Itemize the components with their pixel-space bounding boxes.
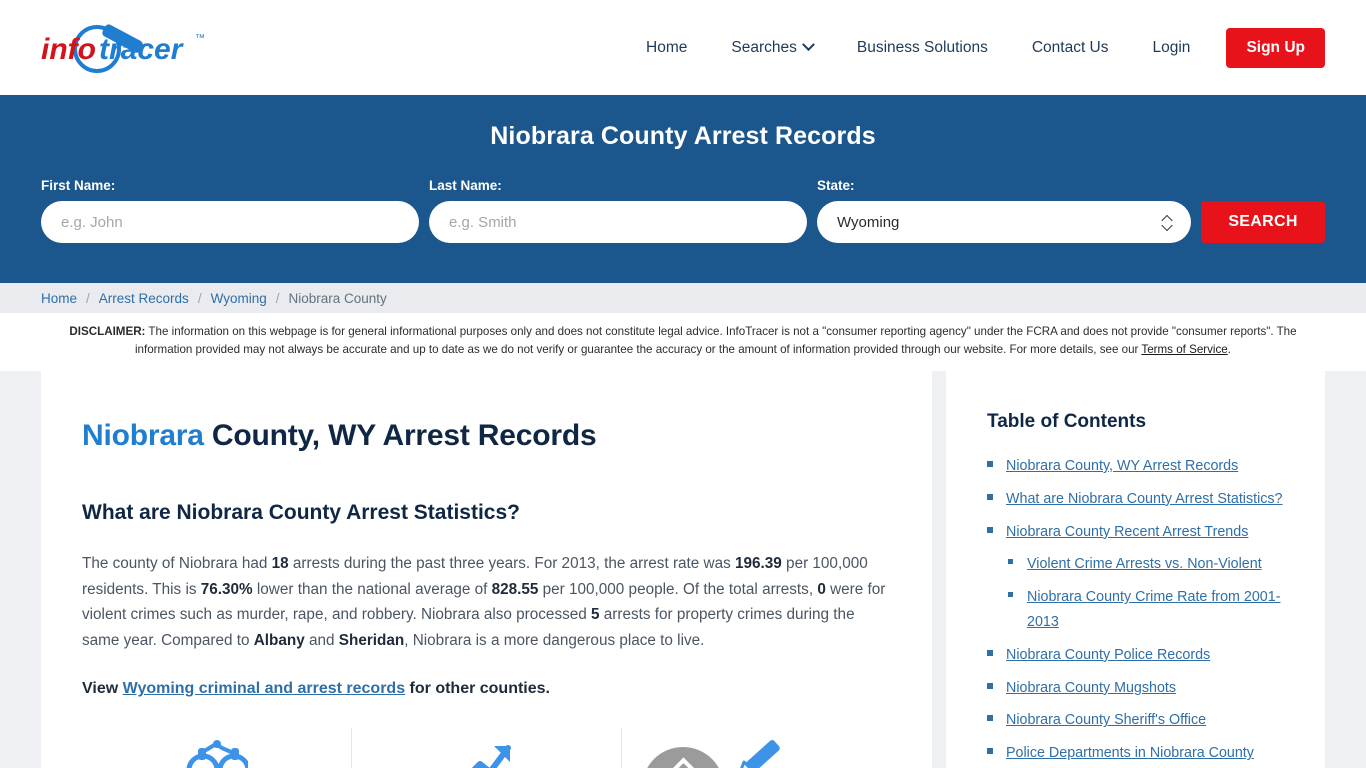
stat-text-1: The county of Niobrara had	[82, 555, 272, 572]
hero-search-section: Niobrara County Arrest Records First Nam…	[0, 95, 1366, 283]
terms-of-service-link[interactable]: Terms of Service	[1141, 343, 1227, 356]
toc-item: Niobrara County Recent Arrest Trends	[987, 520, 1297, 545]
wyoming-records-link[interactable]: Wyoming criminal and arrest records	[123, 680, 405, 697]
magnifier-logo-icon: info tracer ™	[41, 23, 205, 73]
main-content-card: Niobrara County, WY Arrest Records What …	[41, 371, 932, 768]
table-of-contents-card: Table of Contents Niobrara County, WY Ar…	[946, 371, 1325, 768]
toc-item: Niobrara County, WY Arrest Records	[987, 454, 1297, 479]
nav-searches[interactable]: Searches	[709, 29, 834, 67]
stat-violent-count: 0	[817, 580, 826, 598]
stat-property-count: 5	[591, 606, 600, 624]
page-heading: Niobrara County Arrest Records	[490, 122, 876, 150]
nav-login[interactable]: Login	[1131, 29, 1213, 67]
breadcrumb: Home / Arrest Records / Wyoming / Niobra…	[0, 283, 1366, 313]
toc-item: Niobrara County Police Records	[987, 643, 1297, 668]
stat-text-9: , Niobrara is a more dangerous place to …	[404, 632, 705, 650]
disclaimer-period: .	[1227, 342, 1231, 356]
state-field-group: State: Wyoming	[817, 178, 1191, 243]
stat-national-average: 828.55	[491, 580, 539, 598]
statistics-paragraph: The county of Niobrara had 18 arrests du…	[82, 551, 891, 654]
breadcrumb-separator: /	[86, 290, 90, 306]
view-prefix: View	[82, 679, 123, 697]
breadcrumb-separator: /	[275, 290, 280, 306]
toc-link-violent-vs-nonviolent[interactable]: Violent Crime Arrests vs. Non-Violent	[1027, 556, 1262, 572]
toc-list: Niobrara County, WY Arrest Records What …	[987, 454, 1297, 768]
stat-arrests-count: 18	[271, 555, 289, 572]
breadcrumb-item-home[interactable]: Home	[41, 291, 77, 306]
toc-link-crime-rate-2001-2013[interactable]: Niobrara County Crime Rate from 2001-201…	[1027, 589, 1280, 630]
svg-text:tracer: tracer	[99, 33, 185, 66]
stat-text-2: arrests during the past three years. For…	[288, 555, 736, 572]
search-button[interactable]: SEARCH	[1201, 201, 1325, 243]
toc-link-police-departments[interactable]: Police Departments in Niobrara County	[1006, 745, 1254, 761]
toc-link-arrest-records[interactable]: Niobrara County, WY Arrest Records	[1006, 458, 1238, 474]
nav-login-label: Login	[1152, 38, 1191, 56]
svg-text:info: info	[41, 33, 96, 66]
stat-text-4: lower than the national average of	[252, 580, 492, 598]
toc-link-arrest-statistics[interactable]: What are Niobrara County Arrest Statisti…	[1006, 491, 1283, 507]
last-name-input[interactable]	[429, 201, 807, 243]
stat-compare-county-b: Sheridan	[338, 632, 405, 650]
feature-cell-trends[interactable]	[352, 727, 622, 768]
handcuffs-icon	[186, 739, 248, 768]
toc-link-recent-arrest-trends[interactable]: Niobrara County Recent Arrest Trends	[1006, 524, 1248, 540]
nav-business-solutions[interactable]: Business Solutions	[835, 29, 1010, 67]
chevron-up-icon	[670, 757, 696, 768]
breadcrumb-separator: /	[197, 290, 202, 306]
toc-item: What are Niobrara County Arrest Statisti…	[987, 487, 1297, 512]
toc-link-mugshots[interactable]: Niobrara County Mugshots	[1006, 680, 1176, 696]
feature-icon-row	[82, 727, 891, 768]
toc-item: Police Departments in Niobrara County	[987, 741, 1297, 766]
page-title-rest: County, WY Arrest Records	[203, 419, 597, 452]
toc-link-sheriffs-office[interactable]: Niobrara County Sheriff's Office	[1006, 712, 1206, 728]
site-header: info tracer ™ Home Searches Business Sol…	[0, 0, 1366, 95]
last-name-field-group: Last Name:	[429, 178, 807, 243]
first-name-label: First Name:	[41, 178, 116, 193]
toc-title: Table of Contents	[987, 411, 1147, 432]
state-label: State:	[817, 178, 855, 193]
sign-up-button[interactable]: Sign Up	[1226, 27, 1325, 68]
disclaimer-banner: DISCLAIMER: The information on this webp…	[0, 313, 1366, 371]
svg-text:™: ™	[195, 33, 205, 44]
chevron-down-icon	[801, 38, 815, 52]
state-select[interactable]: Wyoming	[817, 201, 1191, 243]
toc-link-police-records[interactable]: Niobrara County Police Records	[1006, 647, 1210, 663]
section-subtitle: What are Niobrara County Arrest Statisti…	[82, 501, 520, 524]
breadcrumb-item-arrest-records[interactable]: Arrest Records	[99, 291, 189, 306]
breadcrumb-item-wyoming[interactable]: Wyoming	[211, 291, 267, 306]
first-name-input[interactable]	[41, 201, 419, 243]
pen-icon	[739, 739, 780, 768]
search-form: First Name: Last Name: State: Wyoming SE…	[41, 178, 1325, 243]
toc-item: Niobrara County Mugshots	[987, 676, 1297, 701]
nav-home[interactable]: Home	[624, 29, 709, 67]
nav-business-solutions-label: Business Solutions	[856, 38, 988, 56]
view-suffix: for other counties.	[405, 679, 550, 697]
toc-item: Violent Crime Arrests vs. Non-Violent	[987, 552, 1297, 577]
content-area: Niobrara County, WY Arrest Records What …	[0, 371, 1366, 768]
nav-searches-label: Searches	[731, 38, 797, 56]
view-records-line: View Wyoming criminal and arrest records…	[82, 680, 891, 698]
page-title: Niobrara County, WY Arrest Records	[82, 419, 891, 453]
breadcrumb-item-niobrara-county: Niobrara County	[288, 290, 387, 306]
disclaimer-label: DISCLAIMER:	[69, 325, 146, 338]
stat-compare-county-a: Albany	[253, 632, 305, 650]
trending-arrow-icon	[471, 744, 511, 768]
nav-contact-us-label: Contact Us	[1031, 38, 1109, 56]
nav-home-label: Home	[646, 38, 688, 56]
nav-contact-us[interactable]: Contact Us	[1010, 29, 1131, 67]
disclaimer-text: The information on this webpage is for g…	[134, 325, 1297, 356]
feature-cell-arrests[interactable]	[82, 727, 352, 768]
last-name-label: Last Name:	[429, 178, 502, 193]
toc-item: Niobrara County Crime Rate from 2001-201…	[987, 585, 1297, 635]
first-name-field-group: First Name:	[41, 178, 419, 243]
toc-item: Niobrara County Sheriff's Office	[987, 708, 1297, 733]
stat-text-8: and	[304, 632, 339, 650]
stat-text-5: per 100,000 people. Of the total arrests…	[538, 580, 818, 598]
main-navigation: Home Searches Business Solutions Contact…	[624, 27, 1325, 68]
stat-percent-lower: 76.30%	[200, 580, 253, 598]
page-title-highlight: Niobrara	[82, 419, 204, 452]
site-logo[interactable]: info tracer ™	[41, 18, 226, 78]
stat-arrest-rate: 196.39	[735, 555, 782, 572]
